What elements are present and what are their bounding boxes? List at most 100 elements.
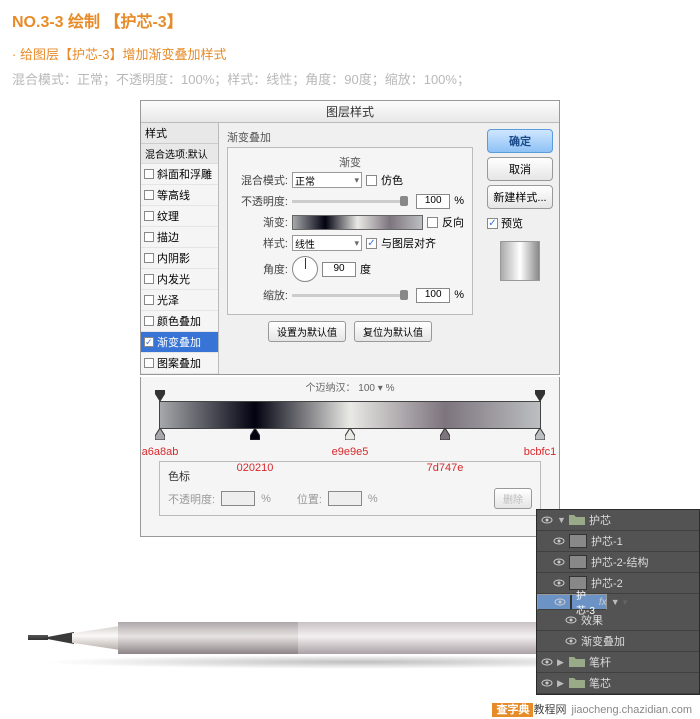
opacity-stop[interactable]	[535, 390, 545, 402]
subtitle: · 给图层【护芯-3】增加渐变叠加样式	[12, 44, 688, 63]
scale-unit: %	[454, 289, 464, 301]
layer-row[interactable]: 效果	[537, 610, 699, 631]
visibility-icon[interactable]	[553, 535, 565, 547]
visibility-icon[interactable]	[565, 635, 577, 647]
stop-opacity-input[interactable]	[221, 491, 255, 506]
style-item-5[interactable]: 内发光	[141, 269, 218, 290]
stop-pos-input[interactable]	[328, 491, 362, 506]
fx-badge[interactable]: fx	[599, 597, 607, 608]
visibility-icon[interactable]	[541, 514, 553, 526]
style-checkbox[interactable]	[144, 211, 154, 221]
visibility-icon[interactable]	[553, 556, 565, 568]
fx-disclosure-icon[interactable]: ▼	[611, 597, 619, 607]
layer-thumbnail	[570, 595, 572, 609]
layer-row[interactable]: 护芯-1	[537, 531, 699, 552]
scale-slider[interactable]	[292, 294, 408, 297]
dither-checkbox[interactable]	[366, 175, 377, 186]
style-list: 样式 混合选项:默认 斜面和浮雕等高线纹理描边内阴影内发光光泽颜色叠加渐变叠加图…	[141, 123, 219, 374]
angle-input[interactable]: 90	[322, 262, 356, 277]
opacity-stop[interactable]	[155, 390, 165, 402]
style-checkbox[interactable]	[144, 274, 154, 284]
stops-section-label: 色标	[168, 468, 532, 484]
style-item-0[interactable]: 斜面和浮雕	[141, 164, 218, 185]
style-item-7[interactable]: 颜色叠加	[141, 311, 218, 332]
color-stop[interactable]	[440, 428, 450, 440]
visibility-icon[interactable]	[541, 656, 553, 668]
params-line: 混合模式：正常；不透明度：100%；样式：线性；角度：90度；缩放：100%；	[12, 69, 688, 88]
reverse-checkbox[interactable]	[427, 217, 438, 228]
opacity-input[interactable]: 100	[416, 194, 450, 209]
watermark: 查字典教程网 jiaocheng.chazidian.com	[492, 701, 692, 717]
style-checkbox[interactable]	[144, 232, 154, 242]
reset-default-button[interactable]: 复位为默认值	[354, 321, 432, 342]
folder-icon	[569, 655, 585, 670]
style-checkbox[interactable]	[144, 358, 154, 368]
scale-input[interactable]: 100	[416, 288, 450, 303]
preview-checkbox[interactable]	[487, 218, 498, 229]
layer-row[interactable]: 护芯-3fx▼	[537, 594, 607, 610]
stop-opacity-label: 不透明度:	[168, 491, 215, 507]
visibility-icon[interactable]	[554, 596, 566, 608]
style-item-label: 内发光	[157, 271, 190, 287]
stop-hex-label: e9e9e5	[332, 446, 369, 458]
style-item-label: 等高线	[157, 187, 190, 203]
preview-label: 预览	[501, 215, 523, 231]
preview-swatch	[500, 241, 540, 281]
blend-options-default[interactable]: 混合选项:默认	[141, 144, 218, 164]
blend-mode-select[interactable]: 正常	[292, 172, 362, 188]
color-stop[interactable]	[250, 428, 260, 440]
style-item-1[interactable]: 等高线	[141, 185, 218, 206]
style-checkbox[interactable]	[144, 337, 154, 347]
visibility-icon[interactable]	[565, 614, 577, 626]
set-default-button[interactable]: 设置为默认值	[268, 321, 346, 342]
folder-icon	[569, 676, 585, 691]
stop-hex-label: 020210	[237, 462, 274, 474]
layer-row[interactable]: ▼护芯	[537, 510, 699, 531]
align-checkbox[interactable]	[366, 238, 377, 249]
angle-unit: 度	[360, 261, 371, 277]
style-item-label: 内阴影	[157, 250, 190, 266]
gradient-bar[interactable]: a6a8ab020210e9e9e57d747ebcbfc1	[159, 401, 541, 429]
style-item-8[interactable]: 渐变叠加	[141, 332, 218, 353]
style-checkbox[interactable]	[144, 169, 154, 179]
style-checkbox[interactable]	[144, 253, 154, 263]
layer-label: 笔杆	[589, 654, 611, 670]
style-item-4[interactable]: 内阴影	[141, 248, 218, 269]
style-checkbox[interactable]	[144, 295, 154, 305]
style-item-2[interactable]: 纹理	[141, 206, 218, 227]
stop-pos-label: 位置:	[297, 491, 322, 507]
opacity-unit: %	[454, 195, 464, 207]
layer-row[interactable]: 护芯-2	[537, 573, 699, 594]
opacity-slider[interactable]	[292, 200, 408, 203]
delete-stop-button[interactable]: 删除	[494, 488, 532, 509]
disclosure-icon[interactable]: ▼	[557, 515, 565, 525]
color-stop[interactable]	[345, 428, 355, 440]
style-item-9[interactable]: 图案叠加	[141, 353, 218, 374]
color-stop[interactable]	[155, 428, 165, 440]
visibility-icon[interactable]	[553, 577, 565, 589]
dither-label: 仿色	[381, 172, 403, 188]
gradient-picker[interactable]	[292, 215, 423, 230]
style-item-label: 渐变叠加	[157, 334, 201, 350]
layer-row[interactable]: 渐变叠加	[537, 631, 699, 652]
stop-hex-label: bcbfc1	[524, 446, 556, 458]
disclosure-icon[interactable]: ▶	[557, 657, 565, 668]
angle-dial[interactable]	[292, 256, 318, 282]
disclosure-icon[interactable]: ▶	[557, 678, 565, 689]
layer-row[interactable]: ▶笔芯	[537, 673, 699, 694]
style-item-label: 斜面和浮雕	[157, 166, 212, 182]
color-stop[interactable]	[535, 428, 545, 440]
style-item-6[interactable]: 光泽	[141, 290, 218, 311]
style-checkbox[interactable]	[144, 316, 154, 326]
style-checkbox[interactable]	[144, 190, 154, 200]
layer-row[interactable]: 护芯-2-结构	[537, 552, 699, 573]
style-item-3[interactable]: 描边	[141, 227, 218, 248]
layer-thumbnail	[569, 534, 587, 548]
ok-button[interactable]: 确定	[487, 129, 553, 153]
layer-row[interactable]: ▶ 笔杆	[537, 652, 699, 673]
new-style-button[interactable]: 新建样式...	[487, 185, 553, 209]
cancel-button[interactable]: 取消	[487, 157, 553, 181]
visibility-icon[interactable]	[541, 677, 553, 689]
style-select[interactable]: 线性	[292, 235, 362, 251]
style-list-header: 样式	[141, 123, 218, 144]
